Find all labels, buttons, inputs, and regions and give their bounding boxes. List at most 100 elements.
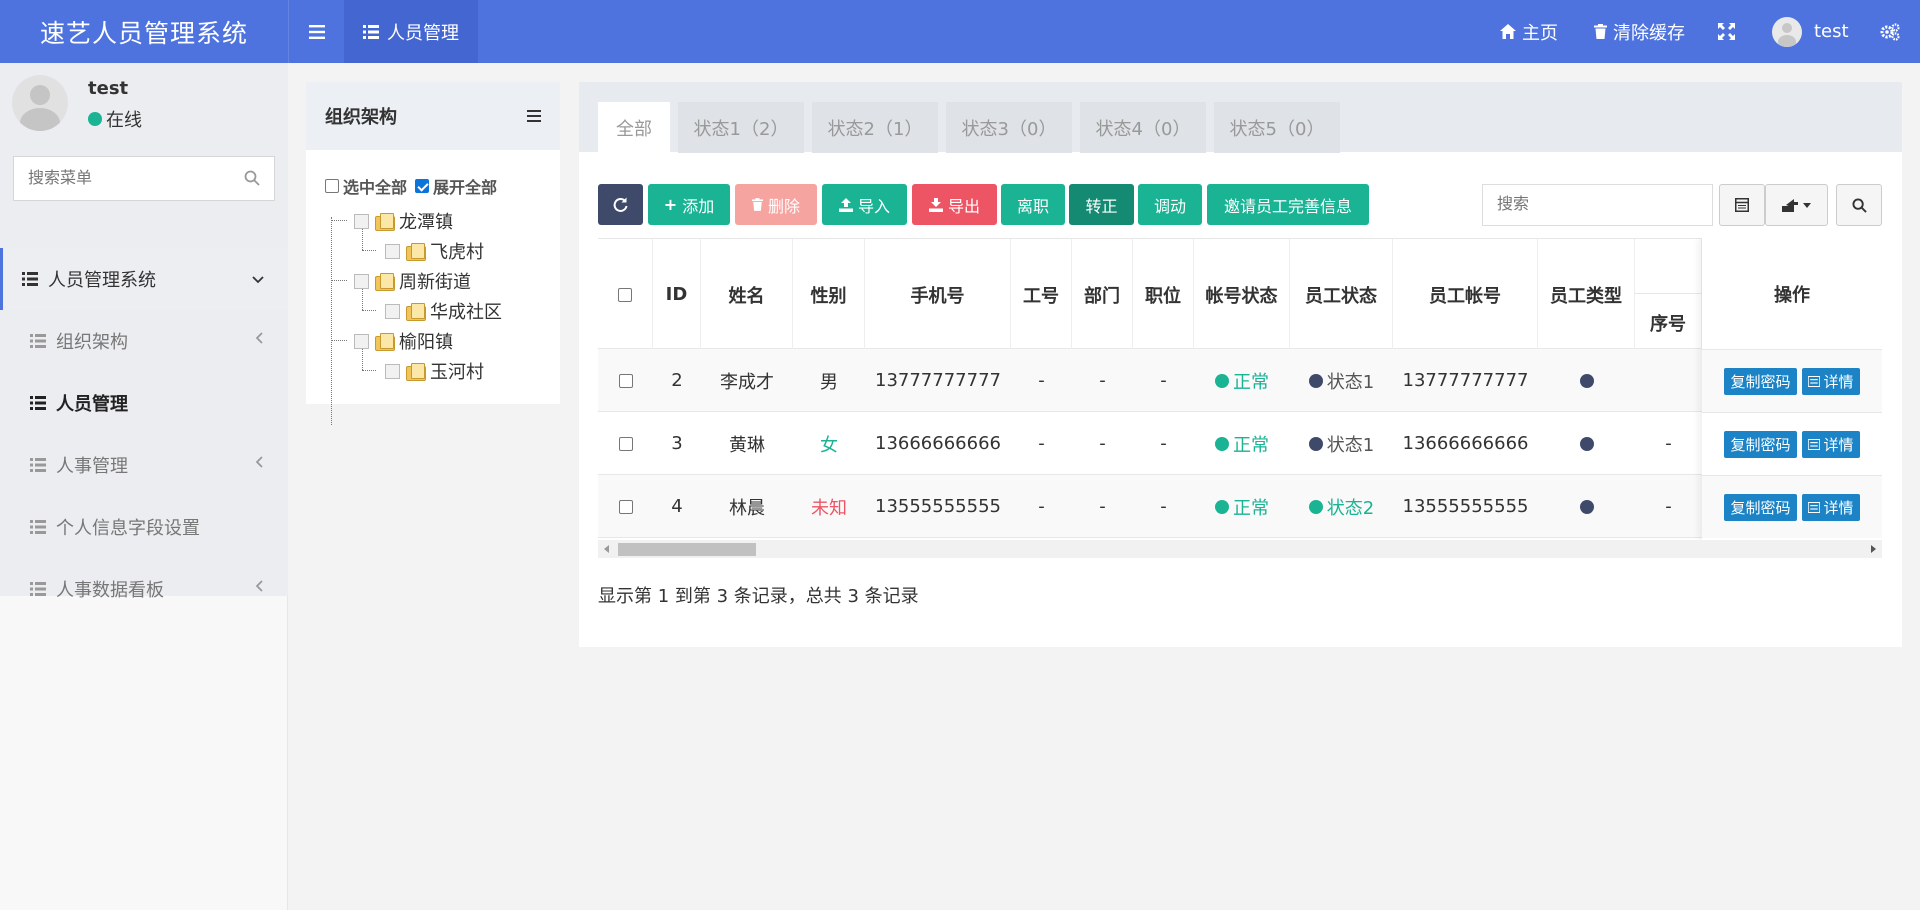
header-dept[interactable]: 部门 [1072, 239, 1133, 350]
menu-search-input[interactable] [14, 157, 274, 200]
copy-password-button[interactable]: 复制密码 [1724, 367, 1797, 395]
tree-node-checkbox[interactable] [385, 303, 400, 319]
table-search-input[interactable] [1483, 185, 1712, 225]
tree-node-checkbox[interactable] [354, 213, 369, 229]
columns-toggle-button[interactable] [1719, 184, 1765, 226]
tab-label: 人员管理 [387, 22, 459, 44]
cell-position: - [1160, 370, 1167, 391]
row-checkbox[interactable] [618, 436, 633, 451]
status-dot-icon [1308, 499, 1323, 514]
export-button[interactable]: 导出 [912, 184, 997, 225]
table-row[interactable]: 4 林晨 未知 13555555555 - - - 正常 状态2 1355555… [598, 475, 1882, 538]
sidebar-item-org[interactable]: 组织架构 [0, 310, 288, 372]
cell-job-no: - [1038, 496, 1045, 517]
tree-node[interactable]: 华成社区 [385, 298, 502, 324]
sidebar-item-system[interactable]: 人员管理系统 [0, 248, 288, 310]
detail-label: 详情 [1823, 498, 1854, 517]
delete-button[interactable]: 删除 [735, 184, 817, 225]
user-menu[interactable]: test [1772, 0, 1849, 63]
home-link[interactable]: 主页 [1500, 0, 1558, 63]
cell-gender: 女 [820, 434, 838, 456]
tab-status3[interactable]: 状态3（0） [946, 102, 1072, 153]
transfer-button[interactable]: 调动 [1138, 184, 1202, 225]
tab-status5[interactable]: 状态5（0） [1214, 102, 1340, 153]
menu-toggle-button[interactable] [288, 0, 344, 63]
export-dropdown-button[interactable] [1765, 184, 1828, 226]
table-row[interactable]: 2 李成才 男 13777777777 - - - 正常 状态1 1377777… [598, 349, 1882, 412]
tree-node-checkbox[interactable] [354, 273, 369, 289]
tree-node[interactable]: 龙潭镇 [354, 208, 453, 234]
detail-button[interactable]: 详情 [1801, 430, 1860, 458]
tree-node[interactable]: 飞虎村 [385, 238, 484, 264]
header-emp-status[interactable]: 员工状态 [1290, 239, 1393, 350]
scrollbar-thumb[interactable] [618, 543, 756, 556]
copy-password-button[interactable]: 复制密码 [1724, 493, 1797, 521]
import-button[interactable]: 导入 [822, 184, 907, 225]
tab-status2[interactable]: 状态2（1） [812, 102, 938, 153]
header-job-no[interactable]: 工号 [1011, 239, 1072, 350]
sidebar-item-label: 人员管理 [56, 394, 128, 415]
sidebar: test 在线 人员管理系统 组织架构 人员管理 人事管理 个人信息字段设置 人… [0, 63, 288, 910]
add-button[interactable]: + 添加 [648, 184, 730, 225]
caret-down-icon [1803, 202, 1811, 208]
select-all-checkbox[interactable] [325, 179, 339, 193]
header-account-status[interactable]: 帐号状态 [1194, 239, 1290, 350]
list-icon [30, 458, 46, 472]
expand-icon [1718, 23, 1735, 40]
tab-all[interactable]: 全部 [598, 102, 670, 153]
invite-button[interactable]: 邀请员工完善信息 [1207, 184, 1369, 225]
copy-password-button[interactable]: 复制密码 [1724, 430, 1797, 458]
header-id[interactable]: ID [653, 239, 701, 350]
detail-button[interactable]: 详情 [1801, 367, 1860, 395]
tab-status4[interactable]: 状态4（0） [1080, 102, 1206, 153]
scroll-right-icon[interactable] [1871, 545, 1876, 553]
gears-icon [1880, 22, 1900, 41]
horizontal-scrollbar[interactable] [598, 540, 1882, 558]
header-name[interactable]: 姓名 [701, 239, 793, 350]
header-emp-account[interactable]: 员工帐号 [1393, 239, 1538, 350]
tree-connector [331, 220, 347, 221]
header-emp-type[interactable]: 员工类型 [1538, 239, 1635, 350]
header-position[interactable]: 职位 [1133, 239, 1194, 350]
row-checkbox[interactable] [618, 499, 633, 514]
menu-search [13, 156, 275, 201]
list-icon [1807, 501, 1820, 513]
resign-button[interactable]: 离职 [1001, 184, 1065, 225]
tree-node[interactable]: 榆阳镇 [354, 328, 453, 354]
row-checkbox[interactable] [618, 373, 633, 388]
tree-node[interactable]: 玉河村 [385, 358, 484, 384]
tree-node[interactable]: 周新街道 [354, 268, 471, 294]
tree-node-checkbox[interactable] [385, 243, 400, 259]
cell-id: 2 [671, 370, 683, 391]
tree-node-checkbox[interactable] [354, 333, 369, 349]
sidebar-item-dashboard[interactable]: 人事数据看板 [0, 558, 288, 620]
avatar [1772, 16, 1802, 47]
tree-node-checkbox[interactable] [385, 363, 400, 379]
personnel-panel: 全部 状态1（2） 状态2（1） 状态3（0） 状态4（0） 状态5（0） + … [579, 82, 1902, 647]
sidebar-item-fields[interactable]: 个人信息字段设置 [0, 496, 288, 558]
detail-button[interactable]: 详情 [1801, 493, 1860, 521]
header-phone[interactable]: 手机号 [865, 239, 1011, 350]
refresh-button[interactable] [598, 184, 643, 225]
regularize-button[interactable]: 转正 [1069, 184, 1134, 225]
search-icon[interactable] [244, 170, 260, 186]
tab-status1[interactable]: 状态1（2） [678, 102, 804, 153]
clear-cache-link[interactable]: 清除缓存 [1594, 0, 1685, 63]
select-all-rows-checkbox[interactable] [618, 287, 632, 302]
table-row[interactable]: 3 黄琳 女 13666666666 - - - 正常 状态1 13666666… [598, 412, 1882, 475]
expand-all-checkbox[interactable] [415, 179, 430, 193]
emp-status-label: 状态1 [1326, 371, 1375, 393]
hamburger-icon[interactable] [527, 110, 541, 122]
status-dot-icon [1215, 436, 1229, 451]
header-gender[interactable]: 性别 [793, 239, 865, 350]
sidebar-item-personnel[interactable]: 人员管理 [0, 372, 288, 434]
header-seq[interactable]: 序号 [1635, 239, 1702, 350]
sidebar-item-label: 人员管理系统 [48, 270, 156, 291]
scroll-left-icon[interactable] [604, 545, 609, 553]
fullscreen-button[interactable] [1718, 0, 1735, 63]
sidebar-item-hr[interactable]: 人事管理 [0, 434, 288, 496]
select-all-label: 选中全部 [343, 178, 408, 197]
settings-button[interactable] [1880, 0, 1900, 63]
search-button[interactable] [1836, 184, 1882, 226]
tab-personnel-management[interactable]: 人员管理 [344, 0, 478, 63]
